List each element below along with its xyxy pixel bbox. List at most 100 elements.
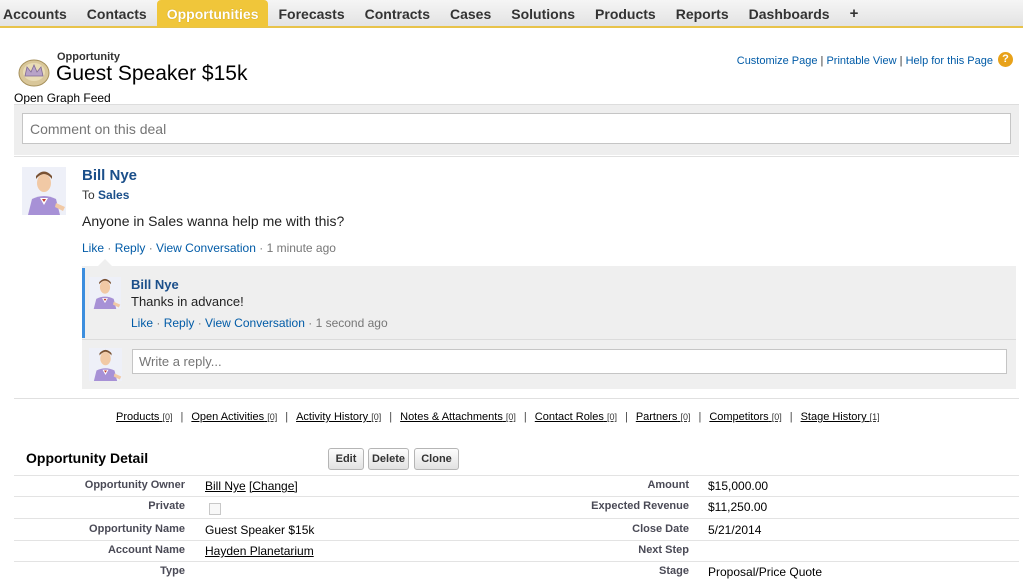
help-icon[interactable]: ?: [998, 52, 1013, 67]
field-label-expected-revenue: Expected Revenue: [591, 500, 689, 512]
divider: [82, 339, 1016, 340]
related-link-contact-roles[interactable]: Contact Roles [0]: [535, 411, 617, 423]
related-link-stage-history[interactable]: Stage History [1]: [801, 411, 880, 423]
view-conversation-link[interactable]: View Conversation: [205, 316, 305, 330]
field-label-account-name: Account Name: [107, 544, 185, 556]
related-link-count: [0]: [505, 412, 516, 422]
comments-caret: [98, 259, 112, 266]
reply-link[interactable]: Reply: [164, 316, 195, 330]
avatar[interactable]: [89, 277, 121, 309]
link-separator: |: [180, 411, 184, 423]
field-label-opportunity-owner: Opportunity Owner: [84, 479, 185, 491]
like-link[interactable]: Like: [82, 241, 104, 255]
link-separator: |: [624, 411, 628, 423]
related-link-products[interactable]: Products [0]: [116, 411, 173, 423]
post-body: Anyone in Sales wanna help me with this?: [82, 213, 345, 229]
row-divider: [14, 561, 1019, 562]
related-link-count: [0]: [771, 412, 782, 422]
related-link-open-activities[interactable]: Open Activities [0]: [191, 411, 277, 423]
tab-dashboards[interactable]: Dashboards: [739, 0, 840, 27]
related-link-label: Competitors: [709, 411, 769, 423]
comment-author-link[interactable]: Bill Nye: [131, 277, 179, 292]
comment-input[interactable]: [22, 113, 1011, 144]
field-label-type: Type: [160, 565, 185, 577]
related-link-count: [0]: [267, 412, 278, 422]
field-value-stage: Proposal/Price Quote: [708, 565, 823, 579]
related-link-count: [0]: [371, 412, 382, 422]
printable-view-link[interactable]: Printable View: [826, 55, 896, 67]
field-label-private: Private: [148, 500, 185, 512]
link-separator: |: [698, 411, 702, 423]
field-label-opportunity-name: Opportunity Name: [89, 523, 185, 535]
tab-cases[interactable]: Cases: [440, 0, 501, 27]
field-value-opportunity-owner: Bill Nye [Change]: [205, 479, 298, 493]
link-separator: |: [789, 411, 793, 423]
field-label-stage: Stage: [659, 565, 689, 577]
tab-accounts[interactable]: Accounts: [0, 0, 77, 27]
opportunity-crown-icon: [18, 59, 50, 87]
divider: [14, 156, 1019, 157]
related-link-label: Products: [116, 411, 160, 423]
field-value-account-name: Hayden Planetarium: [205, 544, 314, 558]
reply-link[interactable]: Reply: [115, 241, 146, 255]
view-conversation-link[interactable]: View Conversation: [156, 241, 256, 255]
tab-products[interactable]: Products: [585, 0, 666, 27]
comment-body: Thanks in advance!: [131, 294, 244, 309]
top-nav: Accounts Contacts Opportunities Forecast…: [0, 0, 1023, 28]
comment-actions: Like · Reply · View Conversation · 1 sec…: [131, 316, 388, 330]
delete-button[interactable]: Delete: [368, 448, 409, 470]
field-value-amount: $15,000.00: [708, 479, 769, 493]
recipient-group-link[interactable]: Sales: [98, 188, 129, 202]
tab-contracts[interactable]: Contracts: [355, 0, 440, 27]
related-link-label: Notes & Attachments: [400, 411, 503, 423]
customize-page-link[interactable]: Customize Page: [737, 55, 818, 67]
post-recipient: To Sales: [82, 188, 129, 202]
reply-input[interactable]: [132, 349, 1007, 374]
recipient-prefix: To: [82, 188, 95, 202]
clone-button[interactable]: Clone: [414, 448, 459, 470]
row-divider: [14, 475, 1019, 476]
field-value-close-date: 5/21/2014: [708, 523, 762, 537]
related-link-notes-attachments[interactable]: Notes & Attachments [0]: [400, 411, 516, 423]
tab-reports[interactable]: Reports: [666, 0, 739, 27]
tab-opportunities[interactable]: Opportunities: [156, 0, 269, 27]
related-link-activity-history[interactable]: Activity History [0]: [296, 411, 381, 423]
change-owner-link[interactable]: [Change]: [249, 479, 298, 493]
divider: [14, 398, 1019, 399]
avatar[interactable]: [22, 167, 66, 215]
page-title: Guest Speaker $15k: [56, 62, 248, 85]
field-value-expected-revenue: $11,250.00: [708, 500, 768, 514]
like-link[interactable]: Like: [131, 316, 153, 330]
row-divider: [14, 496, 1019, 497]
related-list-links: Products [0] | Open Activities [0] | Activit…: [116, 411, 880, 423]
owner-link[interactable]: Bill Nye: [205, 479, 246, 493]
related-link-competitors[interactable]: Competitors [0]: [709, 411, 781, 423]
related-link-label: Contact Roles: [534, 411, 604, 423]
help-page-link[interactable]: Help for this Page: [906, 55, 993, 67]
tab-contacts[interactable]: Contacts: [77, 0, 157, 27]
edit-button[interactable]: Edit: [328, 448, 364, 470]
page-links: Customize Page | Printable View | Help f…: [737, 55, 993, 67]
tab-solutions[interactable]: Solutions: [501, 0, 585, 27]
field-value-opportunity-name: Guest Speaker $15k: [205, 523, 315, 537]
feed-label: Open Graph Feed: [14, 91, 111, 105]
related-link-label: Activity History: [296, 411, 369, 423]
private-checkbox: [209, 503, 221, 515]
tab-forecasts[interactable]: Forecasts: [268, 0, 354, 27]
post-timestamp: 1 minute ago: [266, 241, 336, 255]
row-divider: [14, 518, 1019, 519]
section-title: Opportunity Detail: [26, 450, 149, 466]
add-tab-button[interactable]: +: [840, 0, 869, 27]
related-link-count: [1]: [869, 412, 880, 422]
comment-timestamp: 1 second ago: [315, 316, 388, 330]
related-link-label: Stage History: [800, 411, 867, 423]
post-actions: Like · Reply · View Conversation · 1 min…: [82, 241, 336, 255]
link-separator: |: [389, 411, 393, 423]
avatar: [89, 348, 122, 381]
related-link-label: Open Activities: [191, 411, 265, 423]
related-link-partners[interactable]: Partners [0]: [636, 411, 691, 423]
field-label-amount: Amount: [647, 479, 689, 491]
account-link[interactable]: Hayden Planetarium: [205, 544, 314, 558]
field-label-close-date: Close Date: [632, 523, 689, 535]
post-author-link[interactable]: Bill Nye: [82, 167, 137, 184]
